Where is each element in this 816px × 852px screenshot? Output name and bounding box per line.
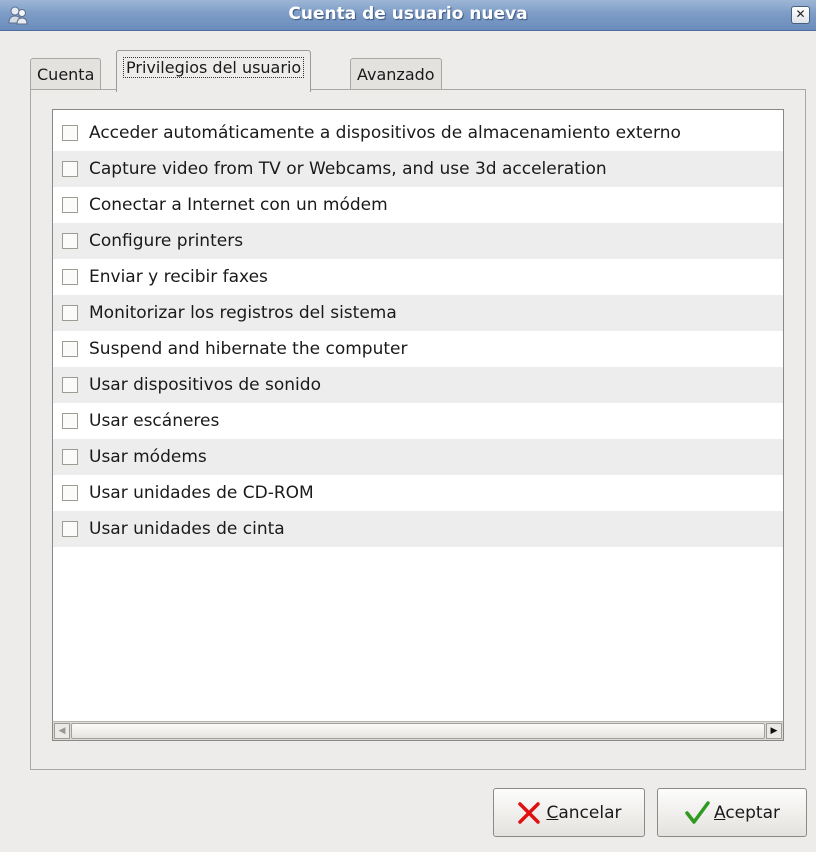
horizontal-scrollbar[interactable]: ◀ ▶ [52,721,784,741]
privilege-row[interactable]: Usar unidades de cinta [53,511,783,547]
privilege-checkbox[interactable] [62,305,78,321]
privilege-label: Capture video from TV or Webcams, and us… [89,159,607,179]
privilege-row[interactable]: Usar unidades de CD-ROM [53,475,783,511]
privilege-checkbox[interactable] [62,197,78,213]
privilege-row[interactable]: Enviar y recibir faxes [53,259,783,295]
privilege-checkbox[interactable] [62,161,78,177]
privilege-row[interactable]: Conectar a Internet con un módem [53,187,783,223]
privilege-label: Usar dispositivos de sonido [89,375,321,395]
privilege-checkbox[interactable] [62,341,78,357]
scroll-right-arrow-icon[interactable]: ▶ [766,723,782,739]
tab-avanzado[interactable]: Avanzado [350,58,442,91]
scrollbar-thumb[interactable] [71,723,765,739]
tab-label: Cuenta [37,65,95,84]
privilege-label: Configure printers [89,231,244,251]
scroll-left-arrow-icon[interactable]: ◀ [54,723,70,739]
privilege-label: Usar unidades de cinta [89,519,285,539]
privilege-row[interactable]: Acceder automáticamente a dispositivos d… [53,115,783,151]
privilege-checkbox[interactable] [62,485,78,501]
close-icon[interactable]: ✕ [791,6,810,24]
tab-panel: Acceder automáticamente a dispositivos d… [30,89,806,770]
privilege-checkbox[interactable] [62,521,78,537]
privilege-row[interactable]: Capture video from TV or Webcams, and us… [53,151,783,187]
privilege-row[interactable]: Usar dispositivos de sonido [53,367,783,403]
privilege-label: Usar unidades de CD-ROM [89,483,314,503]
tab-label: Avanzado [357,65,435,84]
privilege-checkbox[interactable] [62,377,78,393]
privilege-label: Usar escáneres [89,411,220,431]
privilege-checkbox[interactable] [62,449,78,465]
cancel-button[interactable]: Cancelar [493,788,645,837]
privilege-label: Usar módems [89,447,207,467]
privilege-label: Suspend and hibernate the computer [89,339,408,359]
green-check-icon [685,800,710,824]
cancel-label: Cancelar [546,802,622,823]
privilege-label: Acceder automáticamente a dispositivos d… [89,123,681,143]
ok-button[interactable]: Aceptar [657,788,807,837]
title-bar[interactable]: Cuenta de usuario nueva ✕ [0,0,816,31]
tab-label: Privilegios del usuario [123,57,305,78]
privilege-label: Enviar y recibir faxes [89,267,268,287]
privilege-label: Monitorizar los registros del sistema [89,303,397,323]
privilege-row[interactable]: Suspend and hibernate the computer [53,331,783,367]
privilege-checkbox[interactable] [62,233,78,249]
privileges-list: Acceder automáticamente a dispositivos d… [52,109,784,731]
tab-cuenta[interactable]: Cuenta [30,58,102,91]
privilege-row[interactable]: Usar escáneres [53,403,783,439]
privilege-row[interactable]: Configure printers [53,223,783,259]
privilege-checkbox[interactable] [62,125,78,141]
tab-privilegios[interactable]: Privilegios del usuario [116,50,312,92]
ok-label: Aceptar [713,802,780,823]
red-x-icon [518,801,541,824]
privilege-row[interactable]: Usar módems [53,439,783,475]
privilege-checkbox[interactable] [62,413,78,429]
privilege-label: Conectar a Internet con un módem [89,195,388,215]
privilege-row[interactable]: Monitorizar los registros del sistema [53,295,783,331]
privilege-checkbox[interactable] [62,269,78,285]
window-title: Cuenta de usuario nueva [288,4,528,24]
